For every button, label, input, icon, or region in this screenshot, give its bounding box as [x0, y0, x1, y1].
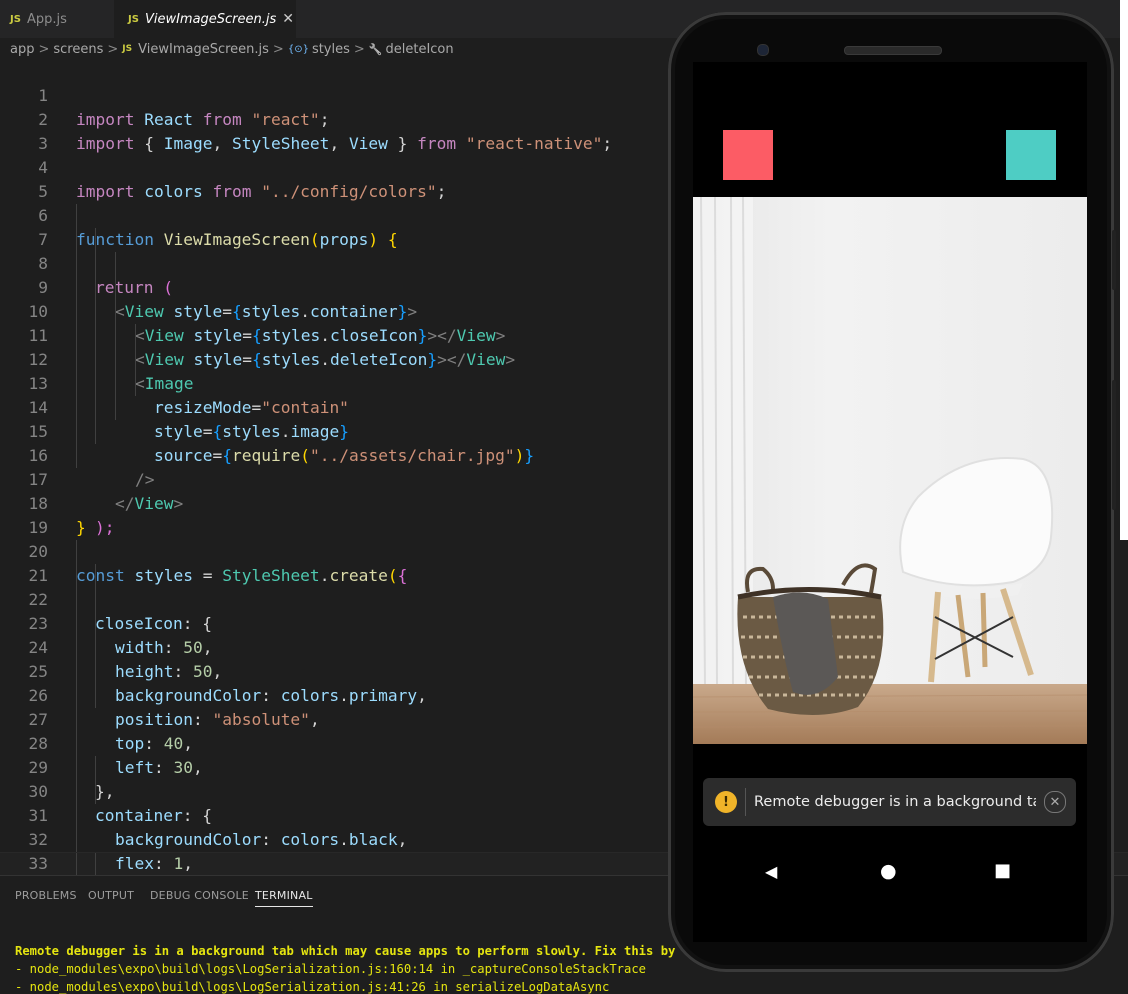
- chevron-right-icon: >: [107, 41, 119, 57]
- tab-app-js[interactable]: JS App.js: [0, 0, 122, 38]
- recent-apps-icon[interactable]: ■: [994, 860, 1011, 881]
- breadcrumb-delete-icon[interactable]: deleteIcon: [386, 42, 454, 57]
- speaker-grille: [844, 46, 942, 55]
- terminal-warning-line: Remote debugger is in a background tab w…: [15, 944, 720, 958]
- window-edge: [1120, 0, 1128, 540]
- toast-message: Remote debugger is in a background tab w…: [754, 794, 1036, 810]
- chevron-right-icon: >: [38, 41, 50, 57]
- tab-terminal[interactable]: TERMINAL: [255, 889, 313, 907]
- volume-button[interactable]: [1112, 380, 1116, 510]
- tab-label: App.js: [26, 11, 67, 27]
- chevron-right-icon: >: [272, 41, 284, 57]
- chair-photo-illustration: [693, 197, 1087, 744]
- terminal-trace-line: - node_modules\expo\build\logs\LogSerial…: [15, 962, 647, 976]
- breadcrumb-app[interactable]: app: [10, 42, 34, 57]
- close-icon-view[interactable]: [723, 130, 773, 180]
- breadcrumb: app > screens > JS ViewImageScreen.js > …: [0, 38, 690, 60]
- tab-debug-console[interactable]: DEBUG CONSOLE: [150, 889, 249, 902]
- breadcrumb-styles[interactable]: styles: [312, 42, 350, 57]
- warning-icon: !: [715, 791, 737, 813]
- js-file-icon: JS: [128, 13, 139, 25]
- js-file-icon: JS: [122, 44, 133, 54]
- terminal-trace-line: - node_modules\expo\build\logs\LogSerial…: [15, 980, 610, 994]
- power-button[interactable]: [1112, 230, 1116, 290]
- toast-divider: [745, 788, 746, 816]
- home-icon[interactable]: ●: [880, 860, 897, 882]
- close-tab-icon[interactable]: ✕: [282, 11, 294, 27]
- wrench-icon: 🔧: [368, 42, 383, 56]
- js-file-icon: JS: [10, 13, 21, 25]
- debugger-warning-toast[interactable]: ! Remote debugger is in a background tab…: [703, 778, 1076, 826]
- chair-image: [693, 197, 1087, 744]
- tab-label: ViewImageScreen.js: [144, 11, 277, 27]
- tab-output[interactable]: OUTPUT: [88, 889, 134, 902]
- tab-problems[interactable]: PROBLEMS: [15, 889, 77, 902]
- breadcrumb-screens[interactable]: screens: [53, 42, 103, 57]
- variable-icon: {⊙}: [287, 43, 309, 55]
- close-icon[interactable]: ✕: [1044, 791, 1066, 813]
- chevron-right-icon: >: [353, 41, 365, 57]
- delete-icon-view[interactable]: [1006, 130, 1056, 180]
- breadcrumb-file[interactable]: ViewImageScreen.js: [138, 42, 269, 57]
- back-icon[interactable]: ◀: [765, 862, 777, 881]
- camera-icon: [757, 44, 769, 56]
- tab-view-image-screen[interactable]: JS ViewImageScreen.js ✕: [114, 0, 296, 38]
